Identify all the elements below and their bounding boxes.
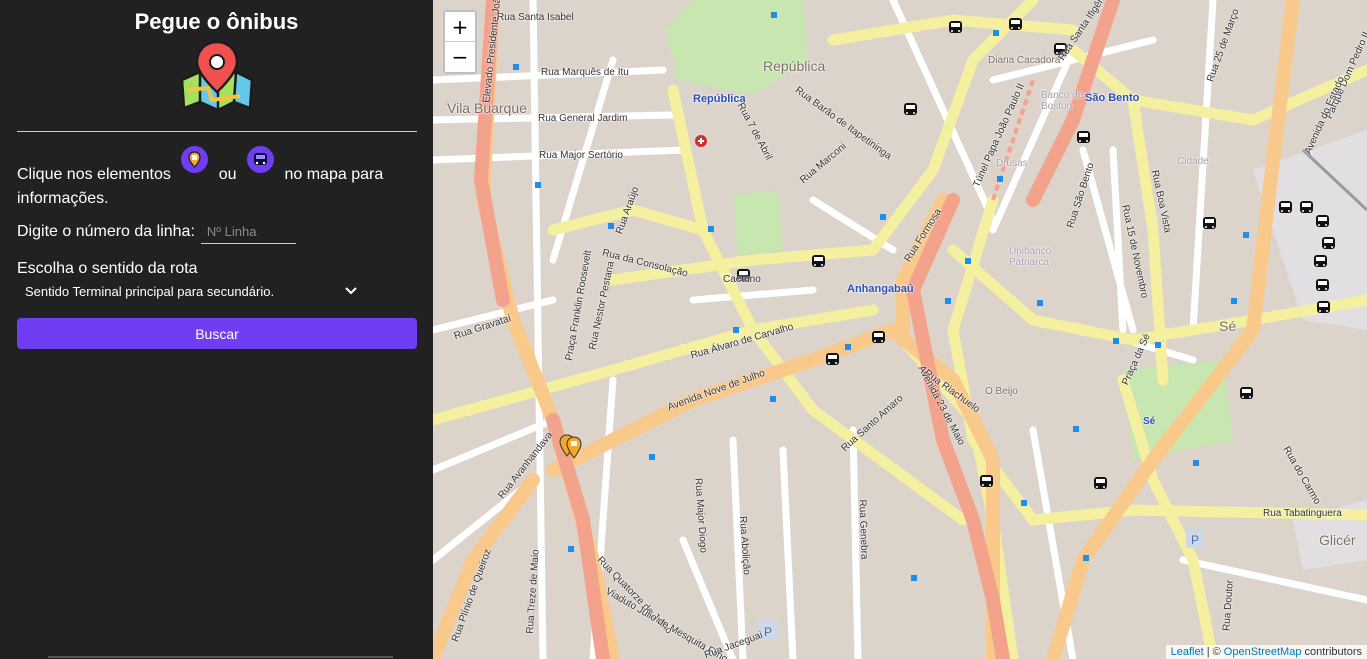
street-label: Rua Major Sertório [539,150,623,161]
bus-stop-marker[interactable] [708,226,714,232]
divider [17,131,417,132]
zoom-control: + − [443,10,477,74]
street-label: Rua Marquês de Itu [541,67,629,78]
bus-stop-marker[interactable] [1231,298,1237,304]
attribution-separator: | [1206,646,1210,658]
bus-stop-marker[interactable] [997,176,1003,182]
bus-stop-marker[interactable] [845,344,851,350]
bus-stop-marker[interactable] [608,223,614,229]
bus-icon[interactable] [825,352,840,368]
page-title: Pegue o ônibus [134,9,299,34]
copyright-symbol: © [1212,646,1221,658]
bus-stop-marker[interactable] [1243,232,1249,238]
bus-stop-marker[interactable] [568,546,574,552]
bus-stop-marker[interactable] [880,214,886,220]
bus-stop-marker[interactable] [911,575,917,581]
bus-icon[interactable] [1315,214,1330,230]
map-label: Drusas [996,158,1028,169]
bus-icon[interactable] [903,102,918,118]
bus-stop-marker[interactable] [1073,426,1079,432]
bus-stop-marker[interactable] [1113,338,1119,344]
bus-icon[interactable] [1076,130,1091,146]
map-pin-logo-icon [180,40,254,112]
route-direction-value: Sentido Terminal principal para secundár… [25,283,275,299]
bus-stop-marker[interactable] [733,327,739,333]
bus-icon[interactable] [1299,200,1314,216]
line-number-row: Digite o número da linha: [17,220,296,244]
map-label: Diana Cacadora [988,55,1061,66]
line-number-label: Digite o número da linha: [17,223,195,240]
map-label: Caetano [723,274,761,285]
zoom-out-button[interactable]: − [445,42,475,72]
chevron-down-icon [345,287,357,295]
map-label: O Beijo [985,386,1018,397]
map-label: Sé [1143,416,1156,427]
bus-icon[interactable] [1278,200,1293,216]
bus-stop-marker[interactable] [1083,555,1089,561]
svg-text:P: P [1191,533,1199,547]
scrollbar-track [48,656,393,658]
bus-icon[interactable] [979,474,994,490]
street-label: Rua Santa Isabel [497,12,574,23]
bus-marker-icon [247,146,275,173]
svg-text:P: P [764,625,772,639]
bus-stop-marker[interactable] [1021,500,1027,506]
sidebar-panel: Pegue o ônibus Clique nos elementos ou n… [0,0,433,659]
bus-stop-marker[interactable] [993,30,999,36]
map-label: Glicér [1319,532,1356,548]
bus-stop-marker[interactable] [1193,460,1199,466]
map-label: São Bento [1085,92,1140,104]
map-attribution: Leaflet | © OpenStreetMap contributors [1165,645,1367,659]
route-direction-label: Escolha o sentido da rota [17,260,198,277]
street-label: Rua Tabatinguera [1263,508,1342,519]
bus-stop-marker[interactable] [535,182,541,188]
map-label: República [693,93,746,105]
bus-icon[interactable] [1008,17,1023,33]
bus-stop-marker[interactable] [770,396,776,402]
bus-stop-marker[interactable] [771,12,777,18]
bus-stop-marker[interactable] [965,258,971,264]
bus-stop-marker[interactable] [649,454,655,460]
bus-icon[interactable] [1321,236,1336,252]
instructions-text: Clique nos elementos ou no mapa para inf… [17,146,417,211]
bus-icon[interactable] [1313,254,1328,270]
street-label: Rua General Jardim [538,113,628,124]
bus-icon[interactable] [811,254,826,270]
attribution-contributors: contributors [1304,646,1362,658]
osm-link[interactable]: OpenStreetMap [1224,646,1302,658]
bus-icon[interactable] [1202,216,1217,232]
bus-stop-marker[interactable] [1155,342,1161,348]
search-button[interactable]: Buscar [17,318,417,349]
bus-stop-marker[interactable] [513,64,519,70]
bus-icon[interactable] [871,330,886,346]
bus-icon[interactable] [1316,300,1331,316]
map-label: Sé [1219,318,1237,334]
bus-stop-marker-icon [181,146,209,173]
bus-stop-marker[interactable] [1037,300,1043,306]
map-label: Unibanco Patriarca [1009,246,1052,268]
zoom-in-button[interactable]: + [445,12,475,42]
bus-icon[interactable] [1315,278,1330,294]
bus-icon[interactable] [948,20,963,36]
bus-stop-marker[interactable] [945,298,951,304]
map-label: Banco de Boston [1041,90,1084,112]
info-prefix: Clique nos elementos [17,166,171,183]
bus-icon[interactable] [1239,386,1254,402]
map-view[interactable]: P P República Vila Buarque República Anh… [433,0,1367,659]
map-label: Cidade [1177,156,1209,167]
map-label: República [763,58,826,74]
bus-stop-pin-icon[interactable] [559,434,583,460]
line-number-input[interactable] [200,220,296,244]
map-label: Anhangabaú [847,283,914,295]
info-or: ou [218,166,237,183]
route-direction-select[interactable]: Sentido Terminal principal para secundár… [17,281,357,301]
leaflet-link[interactable]: Leaflet [1171,646,1204,658]
street-label: Rua Genebra [856,499,870,560]
bus-icon[interactable] [1093,476,1108,492]
